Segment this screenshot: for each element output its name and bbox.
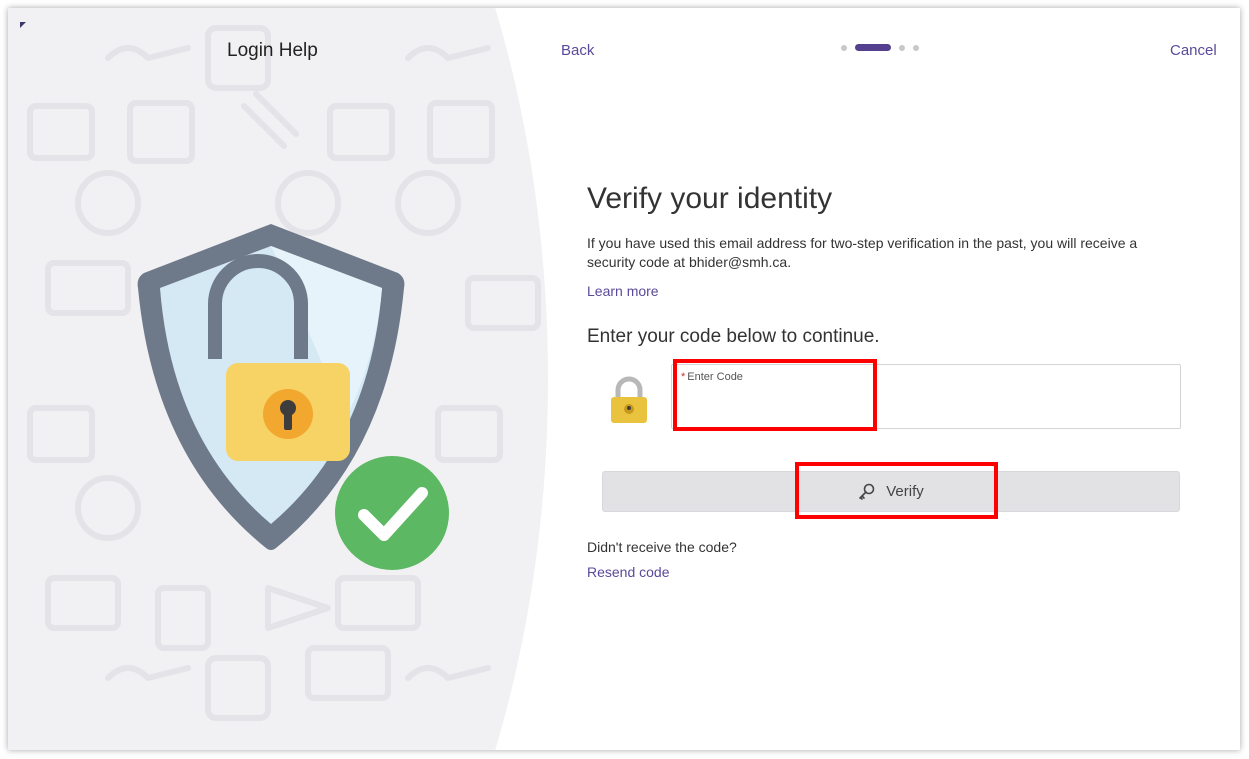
description-text: If you have used this email address for …	[587, 235, 1138, 270]
step-dot	[899, 44, 905, 51]
back-link[interactable]: Back	[561, 42, 594, 59]
no-code-text: Didn't receive the code?	[587, 539, 737, 555]
step-dot	[841, 44, 847, 51]
verify-button[interactable]: Verify	[602, 471, 1180, 512]
required-marker: *	[681, 371, 686, 383]
resend-code-link[interactable]: Resend code	[587, 564, 670, 580]
verify-button-label: Verify	[886, 483, 924, 500]
code-field-label: * Enter Code	[681, 371, 743, 383]
cancel-link[interactable]: Cancel	[1170, 42, 1217, 59]
progress-stepper	[841, 44, 919, 51]
step-dot-active	[855, 44, 891, 51]
panel-title: Login Help	[227, 40, 318, 61]
code-input[interactable]	[680, 389, 1164, 419]
enter-code-prompt: Enter your code below to continue.	[587, 326, 880, 347]
login-help-window: Login Help Back Cancel Verify your ident…	[8, 8, 1240, 750]
page-title: Verify your identity	[587, 182, 833, 215]
shield-lock-illustration	[137, 224, 449, 570]
step-dot	[913, 44, 919, 51]
code-field[interactable]: * Enter Code	[671, 364, 1181, 429]
learn-more-link[interactable]: Learn more	[587, 283, 659, 299]
lock-icon	[611, 376, 647, 423]
key-icon	[859, 483, 875, 500]
code-field-label-text: Enter Code	[687, 371, 743, 383]
illustration-panel: Login Help	[8, 8, 548, 750]
